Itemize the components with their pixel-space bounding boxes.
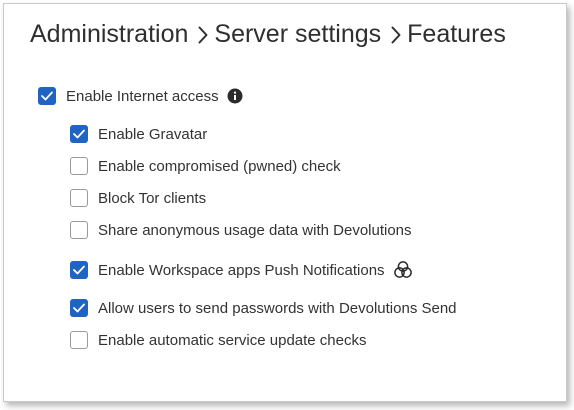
option-devolutions-send[interactable]: Allow users to send passwords with Devol… [70,299,457,317]
workspace-apps-icon [393,260,413,280]
chevron-right-icon [391,26,401,44]
option-service-update-checks[interactable]: Enable automatic service update checks [70,331,366,349]
checkbox-share-usage-data[interactable] [70,221,88,239]
option-enable-internet-access[interactable]: Enable Internet access [38,87,243,105]
checkbox-devolutions-send[interactable] [70,299,88,317]
option-label: Allow users to send passwords with Devol… [98,299,457,317]
option-enable-gravatar[interactable]: Enable Gravatar [70,125,207,143]
option-label: Block Tor clients [98,189,207,207]
breadcrumb: Administration Server settings Features [30,20,506,49]
info-icon[interactable] [227,88,243,104]
option-label: Enable Internet access [66,87,219,105]
breadcrumb-item-server-settings[interactable]: Server settings [214,20,381,49]
option-label: Enable automatic service update checks [98,331,367,349]
checkbox-enable-gravatar[interactable] [70,125,88,143]
option-label: Share anonymous usage data with Devoluti… [98,221,412,239]
checkbox-workspace-push-notifications[interactable] [70,261,88,279]
breadcrumb-item-administration[interactable]: Administration [30,20,188,49]
breadcrumb-item-features: Features [407,20,506,48]
option-workspace-push-notifications[interactable]: Enable Workspace apps Push Notifications [70,260,413,280]
chevron-right-icon [198,26,208,44]
checkbox-block-tor-clients[interactable] [70,189,88,207]
checkbox-service-update-checks[interactable] [70,331,88,349]
option-block-tor-clients[interactable]: Block Tor clients [70,189,206,207]
option-label: Enable compromised (pwned) check [98,157,341,175]
features-panel: Administration Server settings Features … [3,3,567,402]
option-label: Enable Workspace apps Push Notifications [98,261,385,279]
option-label: Enable Gravatar [98,125,208,143]
option-share-usage-data[interactable]: Share anonymous usage data with Devoluti… [70,221,412,239]
checkbox-enable-pwned-check[interactable] [70,157,88,175]
option-enable-pwned-check[interactable]: Enable compromised (pwned) check [70,157,341,175]
checkbox-enable-internet-access[interactable] [38,87,56,105]
